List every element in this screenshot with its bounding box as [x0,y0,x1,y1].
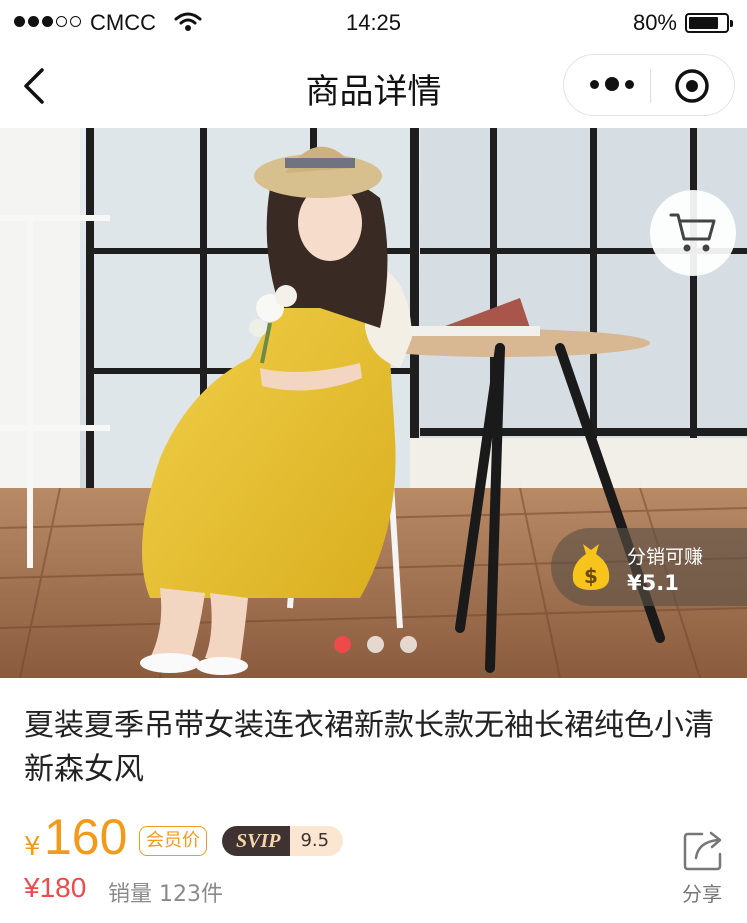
distribution-earnings-badge[interactable]: $ 分销可赚 ¥5.1 [551,528,747,606]
svip-discount: 9.5折 [290,826,344,856]
nav-bar: 商品详情 [0,46,747,128]
share-button[interactable]: 分享 [674,828,734,908]
price-currency: ¥ [24,832,41,862]
svip-label: SVIP [222,826,291,856]
battery-icon [685,13,733,33]
share-label: 分享 [682,882,722,906]
cart-icon [669,213,716,252]
more-options-icon[interactable] [590,77,634,91]
svip-badge: SVIP 9.5折 [222,826,344,856]
svg-text:$: $ [584,564,598,588]
mini-program-capsule [563,54,735,116]
money-bag-icon: $ [572,544,610,590]
product-title: 夏装夏季吊带女装连衣裙新款长款无袖长裙纯色小清新森女风 [24,708,714,787]
original-price: ¥180 [24,872,87,903]
member-price-tag: 会员价 [139,826,207,856]
capsule-divider [650,69,651,103]
sales-count: 销量 123件 [108,882,223,907]
share-icon [683,831,722,871]
close-mini-program-icon[interactable] [674,68,710,104]
member-price: 160 [44,809,128,865]
carousel-dot[interactable] [367,636,384,653]
back-icon[interactable] [18,66,54,106]
carousel-dot[interactable] [400,636,417,653]
distribution-label: 分销可赚 [627,546,704,568]
cart-button[interactable] [650,190,736,276]
status-bar: CMCC 14:25 80% [0,0,747,46]
distribution-value: ¥5.1 [627,571,679,595]
carousel-indicator [334,636,417,653]
battery-percentage: 80% [632,10,677,35]
product-image-carousel[interactable]: $ 分销可赚 ¥5.1 [0,128,747,678]
carousel-dot[interactable] [334,636,351,653]
